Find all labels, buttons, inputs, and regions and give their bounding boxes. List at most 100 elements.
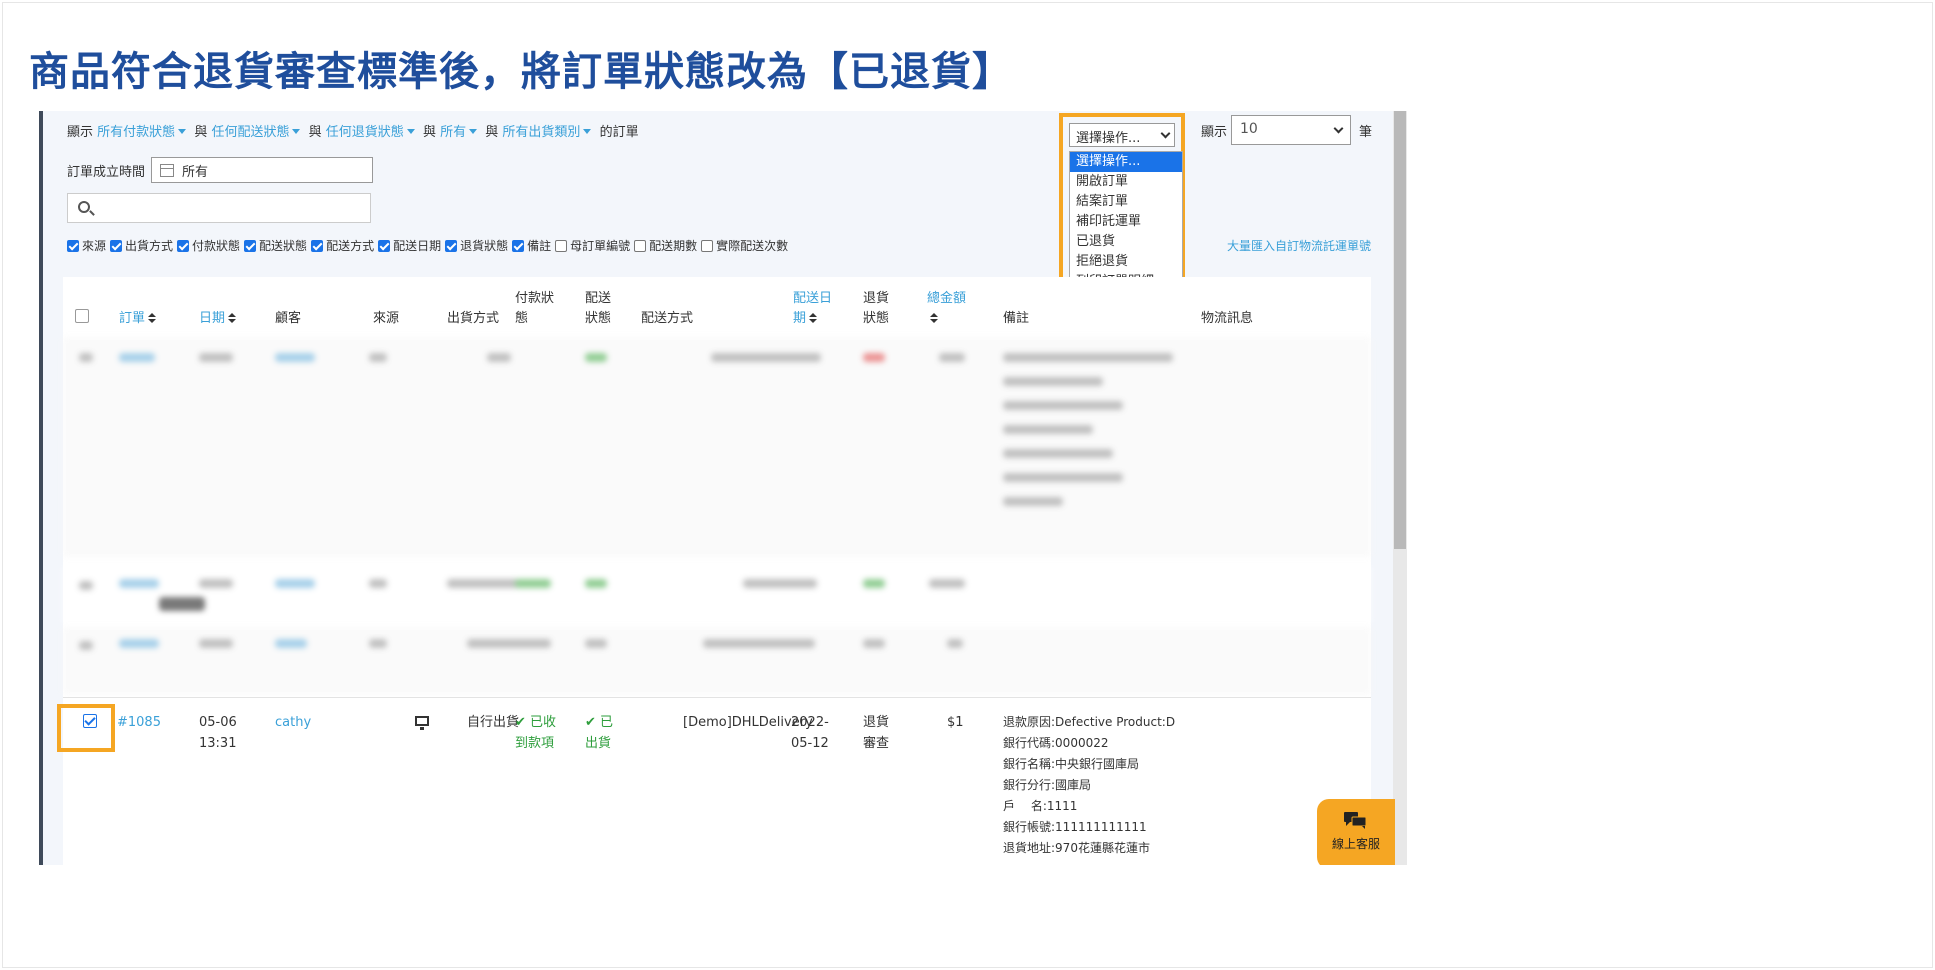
- header-notes: 備註: [1003, 311, 1030, 326]
- orders-table: 訂單 日期 顧客 來源 出貨方式 付款狀態 配送 狀態 配送方式 配送日期 退貨狀…: [57, 277, 1371, 865]
- select-all-checkbox[interactable]: [75, 309, 89, 323]
- column-toggle[interactable]: 配送期數: [634, 237, 697, 254]
- filter-all[interactable]: 所有: [440, 125, 466, 140]
- page-size-label: 顯示: [1201, 125, 1228, 140]
- action-options-list: 選擇操作... 開啟訂單 結案訂單 補印託運單 已退貨 拒絕退貨 列印訂單明細: [1069, 151, 1183, 293]
- column-toggle-label: 出貨方式: [125, 239, 174, 253]
- header-delivery-status-line2: 狀態: [585, 311, 612, 326]
- note-line: 退貨地址:970花蓮縣花蓮市: [1003, 841, 1150, 855]
- action-option[interactable]: 開啟訂單: [1070, 172, 1182, 192]
- column-toggle-label: 付款狀態: [192, 239, 241, 253]
- column-toggle[interactable]: 配送狀態: [244, 237, 307, 254]
- filter-suffix: 的訂單: [599, 125, 639, 140]
- filter-and: 與: [422, 125, 436, 140]
- chevron-down-icon: [1160, 128, 1171, 139]
- monitor-icon: [415, 716, 429, 730]
- chat-support-button[interactable]: 線上客服: [1317, 799, 1395, 865]
- filter-and: 與: [194, 125, 208, 140]
- chevron-down-icon: [1333, 123, 1344, 134]
- checkbox-checked-icon[interactable]: [110, 239, 123, 252]
- action-option[interactable]: 選擇操作...: [1070, 152, 1182, 172]
- note-line: 銀行帳號:111111111111: [1003, 820, 1147, 834]
- blurred-order-row: [63, 627, 1371, 695]
- caret-down-icon: [178, 129, 187, 134]
- order-total: $1: [947, 715, 964, 730]
- header-delivery-date[interactable]: 配送日期: [793, 289, 832, 329]
- action-option[interactable]: 補印託運單: [1070, 212, 1182, 232]
- filter-payment-status[interactable]: 所有付款狀態: [97, 125, 175, 140]
- filter-show-label: 顯示: [67, 125, 94, 140]
- header-order[interactable]: 訂單: [119, 309, 157, 329]
- admin-screenshot: 顯示 所有付款狀態 與 任何配送狀態 與 任何退貨狀態 與 所有 與 所有出貨類…: [39, 111, 1407, 865]
- column-toggle[interactable]: 母訂單編號: [555, 237, 630, 254]
- action-option[interactable]: 拒絕退貨: [1070, 252, 1182, 272]
- action-select-highlight: 選擇操作... 選擇操作... 開啟訂單 結案訂單 補印託運單 已退貨 拒絕退貨…: [1059, 113, 1185, 299]
- column-toggle[interactable]: 配送方式: [311, 237, 374, 254]
- checkbox-unchecked-icon[interactable]: [634, 239, 647, 252]
- column-toggle[interactable]: 備註: [512, 237, 551, 254]
- header-delivery-method: 配送方式: [641, 311, 694, 326]
- checkbox-checked-icon[interactable]: [67, 239, 79, 252]
- delivery-date: 2022- 05-12: [791, 712, 829, 754]
- column-toggle-label: 備註: [527, 239, 552, 253]
- customer-link[interactable]: cathy: [275, 712, 311, 733]
- header-source: 來源: [373, 311, 400, 326]
- action-option[interactable]: 結案訂單: [1070, 192, 1182, 212]
- column-toggle[interactable]: 出貨方式: [110, 237, 173, 254]
- blurred-order-row: [63, 337, 1371, 557]
- delivery-date-line2: 05-12: [791, 736, 829, 751]
- checkbox-unchecked-icon[interactable]: [701, 239, 714, 252]
- column-toggle[interactable]: 付款狀態: [177, 237, 240, 254]
- calendar-icon: [160, 163, 175, 177]
- delivery-date-line1: 2022-: [791, 715, 829, 730]
- order-link[interactable]: #1085: [117, 712, 161, 733]
- page-size-unit: 筆: [1359, 125, 1373, 140]
- filter-delivery-status[interactable]: 任何配送狀態: [211, 125, 289, 140]
- checkbox-checked-icon[interactable]: [378, 239, 391, 252]
- note-line: 戶 名:1111: [1003, 799, 1078, 813]
- action-select-value: 選擇操作...: [1076, 131, 1141, 146]
- column-toggle[interactable]: 退貨狀態: [445, 237, 508, 254]
- column-toggle-label: 實際配送次數: [716, 239, 789, 253]
- column-toggle[interactable]: 來源: [67, 237, 106, 254]
- page-title: 商品符合退貨審查標準後，將訂單狀態改為【已退貨】: [29, 49, 1013, 95]
- page-size-select[interactable]: 10: [1231, 115, 1351, 145]
- header-date[interactable]: 日期: [199, 309, 237, 329]
- caret-down-icon: [469, 129, 478, 134]
- column-toggle[interactable]: 配送日期: [378, 237, 441, 254]
- date-range-input[interactable]: 所有: [151, 157, 374, 183]
- header-logistics: 物流訊息: [1201, 311, 1254, 326]
- column-toggle-label: 配送日期: [393, 239, 442, 253]
- note-line: 退款原因:Defective Product:D: [1003, 715, 1176, 729]
- chat-bubbles-icon: [1344, 812, 1367, 829]
- checkbox-unchecked-icon[interactable]: [555, 239, 568, 252]
- order-notes: 退款原因:Defective Product:D 銀行代碼:0000022 銀行…: [1003, 712, 1175, 859]
- page-size-value: 10: [1240, 121, 1258, 137]
- action-option[interactable]: 已退貨: [1070, 232, 1182, 252]
- vertical-scrollbar[interactable]: [1393, 111, 1407, 865]
- header-delivery-date-line2: 期: [793, 311, 807, 326]
- delivery-status-line1: ✔ 已: [585, 715, 614, 730]
- column-toggle[interactable]: 實際配送次數: [701, 237, 788, 254]
- header-total[interactable]: 總金額: [927, 289, 966, 329]
- delivery-status: ✔ 已出貨: [585, 712, 613, 754]
- action-select[interactable]: 選擇操作...: [1069, 123, 1175, 147]
- checkbox-checked-icon[interactable]: [244, 239, 257, 252]
- filter-return-status[interactable]: 任何退貨狀態: [326, 125, 404, 140]
- filter-ship-type[interactable]: 所有出貨類別: [502, 125, 580, 140]
- search-input[interactable]: [67, 193, 371, 223]
- checkbox-checked-icon[interactable]: [445, 239, 458, 252]
- order-date-time: 13:31: [199, 736, 237, 751]
- column-toggle-label: 母訂單編號: [570, 239, 631, 253]
- order-date: 05-06 13:31: [199, 712, 237, 754]
- header-payment-status-line1: 付款狀: [515, 291, 555, 306]
- return-status-line1: 退貨: [863, 715, 890, 730]
- checkbox-checked-icon[interactable]: [177, 239, 190, 252]
- scrollbar-thumb[interactable]: [1394, 111, 1406, 549]
- note-line: 銀行名稱:中央銀行國庫局: [1003, 757, 1140, 771]
- checkbox-checked-icon[interactable]: [311, 239, 324, 252]
- bulk-import-link[interactable]: 大量匯入自訂物流託運單號: [1227, 237, 1371, 254]
- table-row[interactable]: #1085 05-06 13:31 cathy 自行出貨 ✔ 已收 到款項 ✔ 已出…: [57, 697, 1371, 865]
- checkbox-checked-icon[interactable]: [512, 239, 525, 252]
- row-checkbox[interactable]: [83, 714, 97, 728]
